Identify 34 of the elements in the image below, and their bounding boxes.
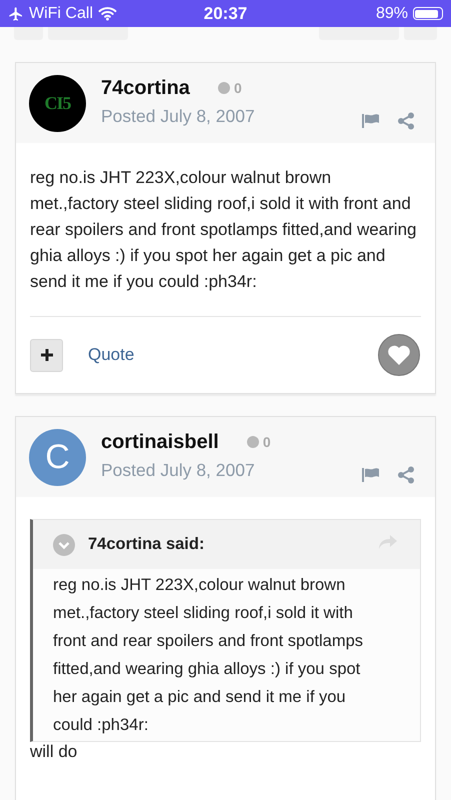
flag-icon bbox=[361, 112, 381, 128]
pagination-button[interactable] bbox=[319, 27, 399, 40]
plus-icon bbox=[40, 348, 54, 362]
pagination-button[interactable] bbox=[404, 27, 437, 40]
post-date: Posted July 8, 2007 bbox=[101, 460, 255, 481]
share-icon bbox=[397, 112, 415, 130]
quote-link[interactable]: Quote bbox=[88, 345, 378, 365]
reputation-dot-icon bbox=[246, 436, 259, 448]
author-name[interactable]: cortinaisbell bbox=[101, 430, 219, 454]
share-icon bbox=[397, 466, 415, 484]
pagination-button[interactable] bbox=[48, 27, 128, 40]
reputation-count: 0 bbox=[262, 434, 271, 450]
clock-text: 20:37 bbox=[204, 4, 248, 24]
avatar: C bbox=[29, 428, 86, 486]
post-date: Posted July 8, 2007 bbox=[101, 106, 255, 127]
expand-button[interactable] bbox=[30, 338, 63, 372]
flag-icon bbox=[361, 466, 381, 482]
wifi-icon bbox=[98, 6, 117, 21]
battery-icon bbox=[412, 7, 443, 20]
pagination-button[interactable] bbox=[14, 27, 43, 40]
post-text: will do bbox=[30, 741, 78, 763]
quote-author: 74cortina said: bbox=[88, 535, 206, 554]
battery-text: 89% bbox=[376, 4, 408, 22]
avatar-logo: CI5 bbox=[29, 74, 86, 132]
author-name[interactable]: 74cortina bbox=[101, 76, 190, 100]
heart-icon bbox=[387, 344, 411, 366]
reputation-count: 0 bbox=[234, 80, 242, 96]
airplane-icon bbox=[8, 6, 24, 22]
quote-text: reg no.is JHT 223X,colour walnut brown met.,factory steel sliding roof,i sold it with front and rear spoilers and front spotlamps fitted,and wearing ghia alloys :) if you spot her again get a pic and send it me if you could :ph34r: bbox=[52, 575, 364, 736]
like-button[interactable] bbox=[378, 334, 420, 376]
collapse-icon bbox=[53, 534, 75, 556]
carrier-text: WiFi Call bbox=[29, 4, 93, 22]
reputation-dot-icon bbox=[218, 82, 230, 94]
post-text: reg no.is JHT 223X,colour walnut brown met.,factory steel sliding roof,i sold it with front and rear spoilers and front spotlamps fitted,and wearing ghia alloys :) if you spot her again get a pic and send it me if you could :ph34r: bbox=[30, 167, 418, 293]
